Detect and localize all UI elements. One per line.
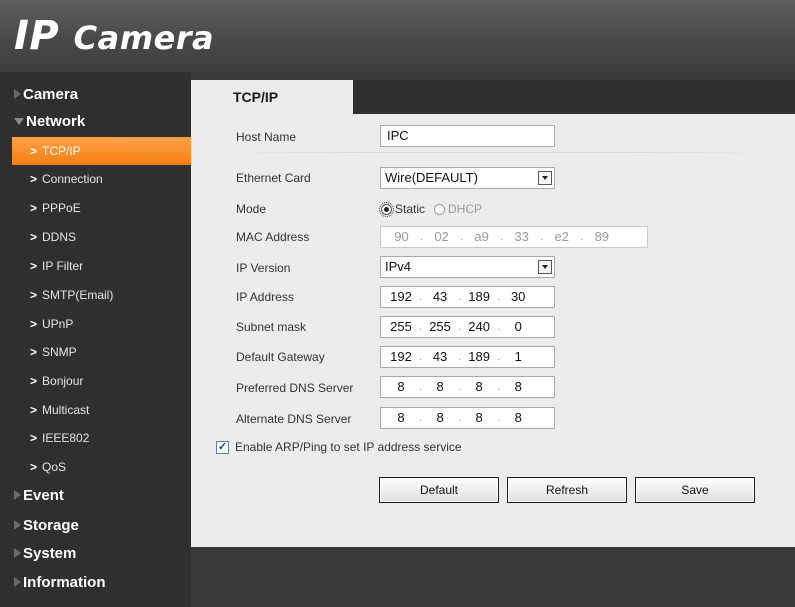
chevron-right-icon: > <box>30 431 38 445</box>
collapsed-arrow-icon <box>14 548 21 558</box>
dropdown-arrow-icon[interactable] <box>538 260 552 274</box>
arp-ping-option: ✓ Enable ARP/Ping to set IP address serv… <box>216 437 462 457</box>
chevron-right-icon: > <box>30 374 38 388</box>
collapsed-arrow-icon <box>14 520 21 530</box>
chevron-right-icon: > <box>30 317 38 331</box>
mode-radio-group: Static DHCP <box>379 198 491 220</box>
preferred-dns-label: Preferred DNS Server <box>236 381 354 395</box>
logo-ip-text: IP <box>14 13 60 59</box>
tab-tcpip[interactable]: TCP/IP <box>191 80 353 114</box>
alternate-dns-field[interactable]: 8. 8. 8. 8 <box>380 407 555 429</box>
sidebar-item-camera[interactable]: Camera <box>0 80 191 108</box>
sidebar-item-connection[interactable]: > Connection <box>12 165 191 193</box>
chevron-right-icon: > <box>30 230 38 244</box>
default-button[interactable]: Default <box>379 477 499 503</box>
save-button[interactable]: Save <box>635 477 755 503</box>
sidebar-item-ieee802[interactable]: > IEEE802 <box>12 424 191 452</box>
sidebar-item-network[interactable]: Network <box>0 107 191 135</box>
chevron-right-icon: > <box>30 403 38 417</box>
arp-ping-label: Enable ARP/Ping to set IP address servic… <box>235 440 462 454</box>
chevron-right-icon: > <box>30 144 38 158</box>
sidebar-item-qos[interactable]: > QoS <box>12 453 191 481</box>
sidebar-item-bonjour[interactable]: > Bonjour <box>12 367 191 395</box>
collapsed-arrow-icon <box>14 490 21 500</box>
ethernet-card-label: Ethernet Card <box>236 171 311 185</box>
sidebar-item-event[interactable]: Event <box>0 481 191 509</box>
subnet-mask-field[interactable]: 255. 255. 240. 0 <box>380 316 555 338</box>
sidebar-item-upnp[interactable]: > UPnP <box>12 310 191 338</box>
mac-address-label: MAC Address <box>236 230 310 244</box>
sidebar-item-system[interactable]: System <box>0 539 191 567</box>
host-name-label: Host Name <box>236 130 297 144</box>
mode-static-label: Static <box>395 202 426 216</box>
subnet-mask-label: Subnet mask <box>236 320 307 334</box>
mode-dhcp-radio[interactable] <box>434 203 446 215</box>
sidebar-item-snmp[interactable]: > SNMP <box>12 338 191 366</box>
app-header: IP Camera <box>0 0 795 72</box>
chevron-right-icon: > <box>30 259 38 273</box>
sidebar-item-multicast[interactable]: > Multicast <box>12 396 191 424</box>
ip-address-field[interactable]: 192. 43. 189. 30 <box>380 286 555 308</box>
mode-dhcp-label: DHCP <box>448 202 483 216</box>
section-divider <box>217 152 777 153</box>
ethernet-card-value: Wire(DEFAULT) <box>385 170 478 185</box>
preferred-dns-field[interactable]: 8. 8. 8. 8 <box>380 376 555 398</box>
chevron-right-icon: > <box>30 288 38 302</box>
host-name-input[interactable]: IPC <box>380 125 555 147</box>
ip-version-value: IPv4 <box>385 259 412 274</box>
mode-static-radio[interactable] <box>379 201 394 217</box>
dropdown-arrow-icon[interactable] <box>538 171 552 185</box>
sidebar-item-ip-filter[interactable]: > IP Filter <box>12 252 191 280</box>
ip-version-label: IP Version <box>236 261 291 275</box>
chevron-right-icon: > <box>30 201 38 215</box>
alternate-dns-label: Alternate DNS Server <box>236 412 352 426</box>
ethernet-card-select[interactable]: Wire(DEFAULT) <box>380 167 555 189</box>
expanded-arrow-icon <box>14 117 24 125</box>
sidebar-item-ddns[interactable]: > DDNS <box>12 223 191 251</box>
default-gateway-field[interactable]: 192. 43. 189. 1 <box>380 346 555 368</box>
ip-version-select[interactable]: IPv4 <box>380 256 555 278</box>
sidebar-item-smtp[interactable]: > SMTP(Email) <box>12 281 191 309</box>
default-gateway-label: Default Gateway <box>236 350 325 364</box>
app-logo: IP Camera <box>14 14 214 60</box>
sidebar-item-storage[interactable]: Storage <box>0 511 191 539</box>
arp-ping-checkbox[interactable]: ✓ <box>216 440 229 454</box>
sidebar-item-information[interactable]: Information <box>0 568 191 596</box>
ip-address-label: IP Address <box>236 290 294 304</box>
chevron-right-icon: > <box>30 172 38 186</box>
chevron-right-icon: > <box>30 460 38 474</box>
refresh-button[interactable]: Refresh <box>507 477 627 503</box>
collapsed-arrow-icon <box>14 89 21 99</box>
collapsed-arrow-icon <box>14 577 21 587</box>
mac-address-field: 90. 02. a9. 33. e2. 89 <box>380 226 648 248</box>
chevron-right-icon: > <box>30 345 38 359</box>
sidebar-item-pppoe[interactable]: > PPPoE <box>12 194 191 222</box>
sidebar-item-tcpip[interactable]: > TCP/IP <box>12 137 191 165</box>
mode-label: Mode <box>236 202 267 216</box>
logo-camera-text: Camera <box>73 19 215 57</box>
